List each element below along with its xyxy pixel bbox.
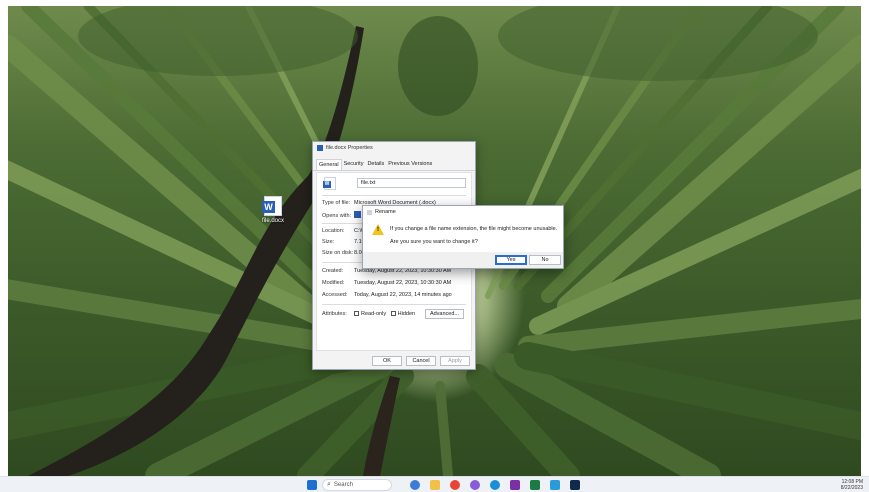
modified-label: Modified: <box>322 280 345 286</box>
taskbar: ⌕ Search 12:08 PM 8/22/2023 <box>0 476 869 492</box>
properties-tabs: General Security Details Previous Versio… <box>313 157 475 171</box>
accessed-label: Accessed: <box>322 292 348 298</box>
desktop-icon-file[interactable]: W file.docx <box>258 196 288 224</box>
tab-details[interactable]: Details <box>365 159 386 170</box>
size-on-disk-label: Size on disk: <box>322 250 354 256</box>
advanced-button[interactable]: Advanced... <box>424 309 464 319</box>
clock-date: 8/22/2023 <box>840 485 863 491</box>
no-button[interactable]: No <box>529 255 561 265</box>
word-app-icon <box>354 211 361 218</box>
divider <box>322 195 466 196</box>
file-name-field[interactable]: file.txt <box>357 178 466 188</box>
word-document-icon <box>317 145 323 151</box>
word-document-icon: W <box>323 177 336 190</box>
rename-dialog: Rename ! If you change a file name exten… <box>362 205 564 269</box>
excel-icon[interactable] <box>530 480 540 490</box>
search-icon: ⌕ <box>327 481 331 488</box>
divider <box>322 304 466 305</box>
notepad-icon[interactable] <box>550 480 560 490</box>
apply-button[interactable]: Apply <box>440 356 470 366</box>
opens-with-label: Opens with: <box>322 212 352 219</box>
colorful-app-icon[interactable] <box>470 480 480 490</box>
photoshop-icon[interactable] <box>570 480 580 490</box>
rename-titlebar[interactable]: Rename <box>363 206 563 218</box>
rename-button-bar: Yes No <box>363 252 563 268</box>
cancel-button[interactable]: Cancel <box>406 356 436 366</box>
rename-message-line1: If you change a file name extension, the… <box>390 226 558 232</box>
properties-footer: OK Cancel Apply <box>372 356 470 366</box>
attributes-label: Attributes: <box>322 311 347 317</box>
warning-icon: ! <box>372 224 384 235</box>
properties-titlebar[interactable]: file.docx Properties <box>313 142 475 154</box>
size-label: Size: <box>322 239 335 245</box>
tab-general[interactable]: General <box>316 159 342 170</box>
onenote-icon[interactable] <box>510 480 520 490</box>
taskbar-clock[interactable]: 12:08 PM 8/22/2023 <box>841 479 863 491</box>
type-of-file-label: Type of file: <box>322 200 351 206</box>
accessed-row: Accessed: Today, August 22, 2023, 14 min… <box>322 292 466 298</box>
file-explorer-icon[interactable] <box>430 480 440 490</box>
modified-value: Tuesday, August 22, 2023, 10:30:30 AM <box>354 280 452 286</box>
word-document-icon: W <box>262 196 282 216</box>
accessed-value: Today, August 22, 2023, 14 minutes ago <box>354 292 452 298</box>
rename-message-line2: Are you sure you want to change it? <box>390 239 478 245</box>
hidden-label: Hidden <box>397 311 416 317</box>
yes-button[interactable]: Yes <box>495 255 527 265</box>
copilot-icon[interactable] <box>410 480 420 490</box>
taskbar-search[interactable]: ⌕ Search <box>322 479 392 491</box>
readonly-label: Read-only <box>361 311 387 317</box>
chrome-icon[interactable] <box>450 480 460 490</box>
modified-row: Modified: Tuesday, August 22, 2023, 10:3… <box>322 280 466 286</box>
desktop-icon-label: file.docx <box>261 218 284 224</box>
tab-security[interactable]: Security <box>342 159 366 170</box>
location-label: Location: <box>322 228 345 234</box>
properties-title: file.docx Properties <box>326 145 373 151</box>
readonly-checkbox[interactable] <box>354 311 359 317</box>
created-label: Created: <box>322 268 344 274</box>
search-placeholder: Search <box>333 482 353 488</box>
tab-previous-versions[interactable]: Previous Versions <box>386 159 434 170</box>
ok-button[interactable]: OK <box>372 356 402 366</box>
edge-icon[interactable] <box>490 480 500 490</box>
rename-title: Rename <box>375 209 396 215</box>
hidden-checkbox[interactable] <box>390 311 396 317</box>
rename-window-icon <box>367 209 372 215</box>
start-icon[interactable] <box>307 480 317 490</box>
